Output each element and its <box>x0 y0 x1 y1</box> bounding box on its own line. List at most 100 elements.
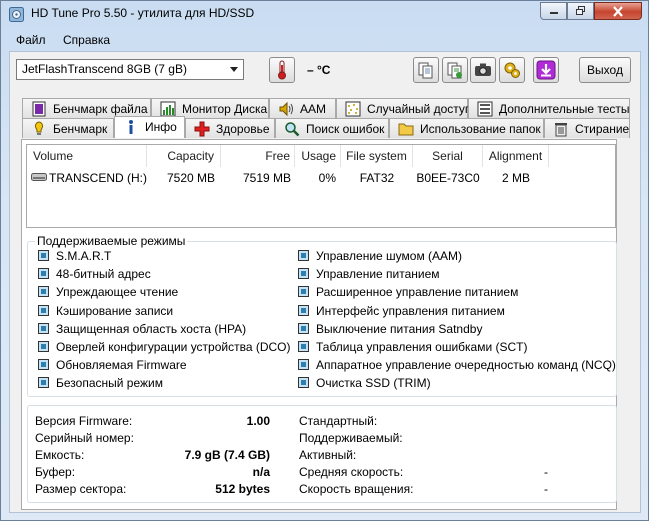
menu-file[interactable]: Файл <box>16 33 46 47</box>
info-value: 512 bytes <box>215 482 270 496</box>
feature-item: Кэширование записи <box>38 303 173 319</box>
checkbox-checked-icon <box>38 341 49 352</box>
app-icon <box>9 7 24 22</box>
cell-alignment: 2 MB <box>501 171 530 185</box>
checkbox-checked-icon <box>38 359 49 371</box>
column-header-volume[interactable]: Volume <box>27 145 147 167</box>
options-button[interactable] <box>499 57 525 83</box>
menu-help[interactable]: Справка <box>63 33 110 47</box>
feature-label: Управление шумом (AAM) <box>316 249 463 263</box>
feature-item: Управление питанием <box>298 266 440 282</box>
minimize-button[interactable] <box>540 2 567 20</box>
volume-table: Volume Capacity Free Usage File system S… <box>26 144 616 228</box>
cell-serial: B0EE-73C0 <box>416 171 480 185</box>
thermometer-icon <box>278 60 286 80</box>
speaker-icon <box>279 101 293 117</box>
health-icon <box>194 121 210 137</box>
save-button[interactable] <box>533 57 559 83</box>
column-header-free[interactable]: Free <box>221 145 295 167</box>
feature-label: 48-битный адрес <box>56 267 151 282</box>
feature-item: Защищенная область хоста (HPA) <box>38 321 246 337</box>
copy-all-button[interactable] <box>442 57 468 83</box>
tab-aam[interactable]: AAM <box>269 98 336 118</box>
column-header-serial[interactable]: Serial <box>413 145 483 167</box>
checkbox-checked-icon <box>298 377 309 389</box>
column-header-alignment[interactable]: Alignment <box>483 145 549 167</box>
feature-item: Аппаратное управление очередностью коман… <box>298 357 616 373</box>
drive-icon <box>31 173 47 181</box>
maximize-button[interactable] <box>567 2 594 20</box>
tab-random-access[interactable]: Случайный доступ <box>336 98 471 118</box>
file-benchmark-icon <box>32 101 46 117</box>
tab-extra-tests[interactable]: Дополнительные тесты <box>468 98 630 118</box>
tab-health[interactable]: Здоровье <box>185 118 275 138</box>
checkbox-checked-icon <box>38 250 49 261</box>
tab-folder-usage[interactable]: Использование папок <box>389 118 544 138</box>
checkbox-checked-icon <box>298 341 309 352</box>
tab-info[interactable]: Инфо <box>114 116 185 138</box>
checkbox-checked-icon <box>38 286 49 298</box>
title-bar[interactable]: HD Tune Pro 5.50 - утилита для HD/SSD <box>1 1 648 28</box>
benchmark-icon <box>34 121 44 135</box>
feature-label: Оверлей конфигурации устройства (DCO) <box>56 340 291 354</box>
tab-benchmark[interactable]: Бенчмарк <box>22 118 114 138</box>
info-label: Скорость вращения: <box>299 482 414 496</box>
error-scan-icon <box>285 122 300 137</box>
tab-file-benchmark[interactable]: Бенчмарк файла <box>22 98 151 118</box>
camera-icon <box>475 63 491 76</box>
tab-error-scan[interactable]: Поиск ошибок <box>275 118 389 138</box>
column-header-capacity[interactable]: Capacity <box>147 145 221 167</box>
tab-disk-monitor[interactable]: Монитор Диска <box>151 98 269 118</box>
tab-erase[interactable]: Стирание <box>544 118 630 138</box>
download-arrow-icon <box>536 60 556 80</box>
chevron-down-icon <box>230 67 238 72</box>
info-label: Серийный номер: <box>35 431 134 445</box>
info-label: Версия Firmware: <box>35 414 133 428</box>
trash-icon <box>555 123 567 137</box>
feature-item: Очистка SSD (TRIM) <box>298 375 431 391</box>
cell-usage: 0% <box>318 171 336 185</box>
copy-all-icon <box>447 62 462 79</box>
info-label: Буфер: <box>35 465 76 479</box>
extra-tests-icon <box>477 101 493 117</box>
cell-free: 7519 MB <box>242 171 291 185</box>
screenshot-button[interactable] <box>470 57 496 83</box>
random-access-icon <box>345 101 361 117</box>
feature-label: Управление питанием <box>316 267 440 282</box>
info-value: n/a <box>252 465 270 479</box>
copy-text-button[interactable] <box>413 57 439 83</box>
temperature-button[interactable] <box>269 57 295 83</box>
exit-button[interactable]: Выход <box>579 57 631 83</box>
app-window: HD Tune Pro 5.50 - утилита для HD/SSD Фа… <box>0 0 649 521</box>
features-group <box>27 241 617 397</box>
cell-capacity: 7520 MB <box>166 171 215 185</box>
feature-label: Аппаратное управление очередностью коман… <box>316 358 616 373</box>
cell-file-system: FAT32 <box>359 171 395 185</box>
checkbox-checked-icon <box>38 377 49 389</box>
feature-label: Выключение питания Satndby <box>316 321 483 336</box>
feature-item: Таблица управления ошибками (SCT) <box>298 339 528 355</box>
checkbox-checked-icon <box>38 304 49 316</box>
info-label: Активный: <box>299 448 357 462</box>
cell-volume: TRANSCEND (H:) <box>49 171 147 185</box>
folder-icon <box>398 123 414 136</box>
close-button[interactable] <box>594 2 642 20</box>
feature-label: Безопасный режим <box>56 376 163 391</box>
checkbox-checked-icon <box>298 268 309 280</box>
gears-icon <box>504 62 520 78</box>
checkbox-checked-icon <box>298 322 309 334</box>
feature-item: Управление шумом (AAM) <box>298 248 462 264</box>
feature-label: Таблица управления ошибками (SCT) <box>316 340 528 354</box>
checkbox-checked-icon <box>298 304 309 316</box>
drive-select-value: JetFlashTranscend 8GB (7 gB) <box>22 62 187 76</box>
column-header-file-system[interactable]: File system <box>341 145 413 167</box>
temperature-value: – °C <box>307 63 331 77</box>
column-header-usage[interactable]: Usage <box>295 145 341 167</box>
drive-select[interactable]: JetFlashTranscend 8GB (7 gB) <box>16 59 244 80</box>
feature-label: Обновляемая Firmware <box>56 358 187 373</box>
checkbox-checked-icon <box>38 322 49 334</box>
feature-label: Кэширование записи <box>56 303 174 318</box>
feature-item: Упреждающее чтение <box>38 284 178 300</box>
window-title: HD Tune Pro 5.50 - утилита для HD/SSD <box>31 6 255 20</box>
feature-label: Расширенное управление питанием <box>316 285 519 300</box>
